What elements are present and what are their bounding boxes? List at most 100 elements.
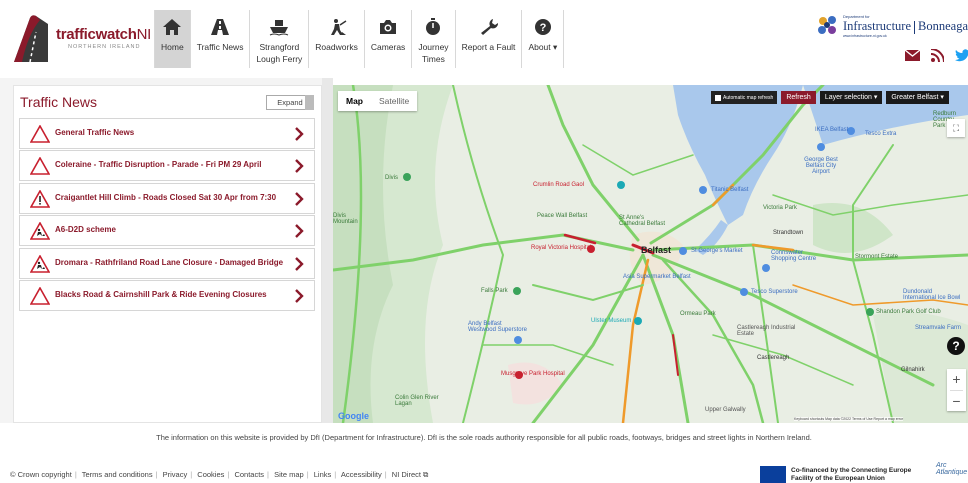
twitter-icon[interactable] <box>954 48 968 62</box>
checkbox-icon <box>715 94 721 101</box>
footer-link-cookies[interactable]: Cookies <box>197 470 224 479</box>
footer-link-links[interactable]: Links <box>314 470 332 479</box>
news-item[interactable]: General Traffic News <box>19 118 315 149</box>
main-nav: Home Traffic News Strangford Lough Ferry… <box>154 10 565 68</box>
nav-traffic-news[interactable]: Traffic News <box>191 10 251 68</box>
trafficwatch-logo[interactable]: trafficwatchNI NORTHERN IRELAND <box>10 12 151 64</box>
external-link-icon: ⧉ <box>423 470 429 479</box>
footer-link-contacts[interactable]: Contacts <box>234 470 264 479</box>
map-label: Colin Glen River Lagan <box>395 395 439 407</box>
zoom-out-button[interactable]: − <box>947 391 966 412</box>
nav-strangford-ferry[interactable]: Strangford Lough Ferry <box>250 10 310 68</box>
refresh-button[interactable]: Refresh <box>781 91 816 104</box>
news-item[interactable]: A6-D2D scheme <box>19 215 315 247</box>
nav-label: Journey Times <box>418 42 449 64</box>
panel-title: Traffic News <box>20 94 98 110</box>
nav-report-fault[interactable]: Report a Fault <box>456 10 523 68</box>
chevron-right-icon <box>295 256 304 271</box>
nav-cameras[interactable]: Cameras <box>365 10 413 68</box>
map-label: Crumlin Road Gaol <box>533 182 585 188</box>
area-dropdown[interactable]: Greater Belfast ▾ <box>886 91 949 104</box>
map-label: Castlereagh <box>757 355 790 361</box>
site-header: trafficwatchNI NORTHERN IRELAND Home Tra… <box>0 0 968 78</box>
nav-roadworks[interactable]: Roadworks <box>309 10 365 68</box>
disclaimer-text: The information on this website is provi… <box>156 433 812 442</box>
rss-icon[interactable] <box>929 48 945 62</box>
map-label: Royal Victoria Hospital <box>531 245 592 251</box>
nav-home[interactable]: Home <box>154 10 191 68</box>
map-label: George Best Belfast City Airport <box>804 157 838 175</box>
help-icon: ? <box>532 16 554 38</box>
map-attribution[interactable]: Keyboard shortcuts Map data ©2022 Terms … <box>794 417 904 421</box>
google-logo: Google <box>338 411 369 421</box>
news-item[interactable]: Craigantlet Hill Climb - Roads Closed Sa… <box>19 182 315 214</box>
auto-refresh-checkbox[interactable]: Automatic map refresh <box>711 91 778 104</box>
footer-links: © Crown copyright | Terms and conditions |… <box>10 470 429 479</box>
nav-label: Traffic News <box>196 42 244 52</box>
map-label: Peace Wall Belfast <box>537 213 588 219</box>
nav-journey-times[interactable]: Journey Times <box>412 10 456 68</box>
social-links <box>904 48 968 62</box>
warning-exclamation-icon <box>30 189 50 208</box>
map-label: Musgrave Park Hospital <box>501 371 565 377</box>
map-label: Connswater Shopping Centre <box>771 250 817 262</box>
map-label: Ormeau Park <box>680 311 716 317</box>
eu-flag-icon <box>760 466 786 483</box>
warning-triangle-icon <box>30 125 50 143</box>
map-type-toggle: Map Satellite <box>338 91 418 111</box>
traffic-map[interactable]: Belfast Divis Divis Mountain Crumlin Roa… <box>333 85 968 423</box>
map-label: Streamvale Farm <box>915 325 962 331</box>
map-label: St George's Market <box>691 248 743 254</box>
expand-toggle[interactable]: Expand <box>266 95 314 110</box>
map-type-satellite[interactable]: Satellite <box>371 91 417 111</box>
news-item[interactable]: Blacks Road & Cairnshill Park & Ride Eve… <box>19 279 315 311</box>
map-label: Ulster Museum <box>591 318 632 324</box>
dfi-logo[interactable]: Department for Infrastructure Bonneagai w… <box>817 14 968 40</box>
news-item-label: A6-D2D scheme <box>55 225 116 235</box>
fullscreen-icon[interactable]: ⛶ <box>947 119 965 137</box>
chevron-right-icon <box>295 224 304 239</box>
dfi-name: Infrastructure Bonneagai <box>843 19 968 34</box>
footer-link-copyright[interactable]: © Crown copyright <box>10 470 72 479</box>
map-label: Stormont Estate <box>855 254 899 260</box>
dfi-emblem-icon <box>818 16 836 34</box>
map-label: Andy Belfast Westwood Superstore <box>468 321 527 333</box>
map-type-map[interactable]: Map <box>338 91 371 111</box>
news-item-label: Blacks Road & Cairnshill Park & Ride Eve… <box>55 289 267 299</box>
map-controls: Automatic map refresh Refresh Layer sele… <box>711 91 949 104</box>
arc-atlantique-logo: Arc Atlantique <box>936 462 968 476</box>
map-label: Strandtown <box>773 230 804 236</box>
map-label: Dundonald International Ice Bowl <box>903 289 961 301</box>
nav-label: Strangford Lough Ferry <box>256 42 303 64</box>
question-icon[interactable]: ? <box>947 337 965 355</box>
nav-label: Home <box>161 42 184 52</box>
dfi-url: www.infrastructure-ni.gov.uk <box>843 34 887 38</box>
warning-triangle-icon <box>30 286 50 305</box>
map-label: Divis Mountain <box>333 213 358 225</box>
panel-divider <box>322 78 333 423</box>
footer-link-sitemap[interactable]: Site map <box>274 470 304 479</box>
traffic-news-panel: Traffic News Expand General Traffic News… <box>13 85 322 423</box>
footer-link-nidirect[interactable]: NI Direct <box>392 470 421 479</box>
email-icon[interactable] <box>904 48 920 62</box>
footer-link-accessibility[interactable]: Accessibility <box>341 470 382 479</box>
layer-selection-dropdown[interactable]: Layer selection ▾ <box>819 91 883 104</box>
news-item[interactable]: Coleraine - Traffic Disruption - Parade … <box>19 150 315 182</box>
news-item-label: Coleraine - Traffic Disruption - Parade … <box>55 160 262 170</box>
roadworks-triangle-icon <box>30 222 50 240</box>
news-item[interactable]: Dromara - Rathfriland Road Lane Closure … <box>19 247 315 279</box>
footer-link-terms[interactable]: Terms and conditions <box>82 470 153 479</box>
map-label: Gilnahirk <box>901 367 925 373</box>
map-label: Victoria Park <box>763 205 797 211</box>
nav-about[interactable]: ? About ▾ <box>522 10 565 68</box>
traffic-news-icon <box>209 16 231 38</box>
map-label: Tesco Superstore <box>751 289 798 295</box>
zoom-in-button[interactable]: + <box>947 369 966 390</box>
nav-label: Report a Fault <box>461 42 516 52</box>
map-label: Asia Supermarket Belfast <box>623 274 691 280</box>
footer-link-privacy[interactable]: Privacy <box>163 470 188 479</box>
map-label-belfast: Belfast <box>641 245 672 255</box>
map-label: IKEA Belfast <box>815 127 849 133</box>
map-label: St Anne's Cathedral Belfast <box>619 215 666 227</box>
news-list: General Traffic News Coleraine - Traffic… <box>19 118 315 312</box>
